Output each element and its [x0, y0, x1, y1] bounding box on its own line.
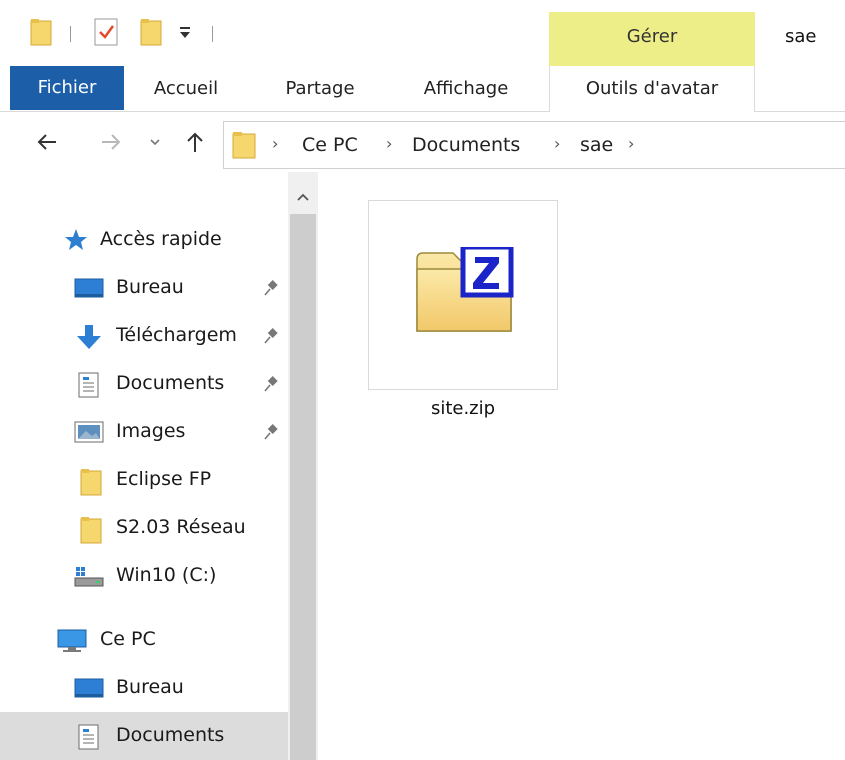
zip-archive-icon — [415, 244, 515, 341]
forward-button[interactable] — [96, 124, 126, 160]
nav-quick-access[interactable]: Accès rapide — [0, 216, 288, 264]
nav-label: S2.03 Réseau — [116, 516, 246, 538]
back-arrow-icon — [37, 134, 56, 150]
nav-label: Images — [116, 420, 186, 442]
nav-item-win10-drive[interactable]: Win10 (C:) — [0, 552, 288, 600]
folder-icon — [232, 131, 256, 163]
nav-label: Ce PC — [100, 628, 156, 650]
nav-this-pc[interactable]: Ce PC — [0, 616, 288, 664]
properties-icon[interactable] — [94, 18, 120, 50]
nav-label: Accès rapide — [100, 228, 222, 250]
tab-view[interactable]: Affichage — [406, 66, 526, 112]
separator — [212, 26, 213, 42]
title-bar: Gérer sae — [0, 0, 845, 66]
manage-context-label: Gérer — [626, 26, 678, 47]
computer-icon — [56, 628, 87, 652]
star-icon — [62, 228, 88, 252]
nav-label: Bureau — [116, 276, 184, 298]
tab-share[interactable]: Partage — [272, 66, 368, 112]
ribbon-tabs: Fichier Accueil Partage Affichage Outils… — [0, 66, 845, 112]
document-icon — [78, 372, 104, 398]
chevron-right-icon[interactable]: › — [628, 134, 634, 153]
nav-scrollbar[interactable] — [288, 172, 318, 760]
pin-icon[interactable] — [262, 423, 280, 441]
nav-label: Bureau — [116, 676, 184, 698]
nav-item-downloads[interactable]: Téléchargem — [0, 312, 288, 360]
document-icon — [78, 724, 104, 750]
folder-icon — [80, 468, 106, 496]
chevron-right-icon[interactable]: › — [272, 134, 278, 153]
back-button[interactable] — [32, 124, 62, 160]
file-list-area: site.zip — [318, 172, 845, 760]
separator — [70, 26, 71, 42]
download-icon — [74, 324, 101, 349]
tab-home[interactable]: Accueil — [140, 66, 232, 112]
nav-item-eclipse-fp[interactable]: Eclipse FP — [0, 456, 288, 504]
recent-locations-button[interactable] — [140, 124, 170, 160]
desktop-icon — [74, 276, 104, 300]
file-name-label: site.zip — [430, 398, 496, 419]
pin-icon[interactable] — [262, 279, 280, 297]
drive-icon — [74, 564, 104, 588]
folder-icon[interactable] — [30, 18, 52, 50]
scroll-thumb[interactable] — [290, 214, 316, 760]
forward-arrow-icon — [102, 134, 121, 150]
chevron-right-icon[interactable]: › — [554, 134, 560, 153]
navigation-pane: Accès rapide Bureau Téléchargem Document… — [0, 172, 318, 760]
breadcrumb-this-pc[interactable]: Ce PC — [302, 134, 358, 156]
chevron-up-icon — [297, 193, 309, 201]
desktop-icon — [74, 676, 104, 700]
chevron-down-icon — [150, 139, 160, 146]
nav-item-s203-reseau[interactable]: S2.03 Réseau — [0, 504, 288, 552]
tab-file[interactable]: Fichier — [10, 66, 124, 110]
customize-toolbar-icon[interactable] — [178, 24, 192, 46]
nav-label: Téléchargem — [116, 324, 237, 346]
breadcrumb-documents[interactable]: Documents — [412, 134, 520, 156]
nav-item-images[interactable]: Images — [0, 408, 288, 456]
tab-avatar-tools[interactable]: Outils d'avatar — [549, 66, 755, 112]
breadcrumb-sae[interactable]: sae — [580, 134, 613, 156]
window-title: sae — [785, 26, 817, 47]
nav-item-pc-documents[interactable]: Documents — [0, 712, 288, 760]
nav-item-pc-bureau[interactable]: Bureau — [0, 664, 288, 712]
pin-icon[interactable] — [262, 375, 280, 393]
nav-item-documents[interactable]: Documents — [0, 360, 288, 408]
nav-label: Win10 (C:) — [116, 564, 217, 586]
nav-label: Documents — [116, 372, 225, 394]
nav-label: Eclipse FP — [116, 468, 212, 490]
picture-icon — [74, 420, 104, 444]
chevron-right-icon[interactable]: › — [386, 134, 392, 153]
folder-icon — [80, 516, 106, 544]
file-item-site-zip[interactable] — [368, 200, 558, 390]
new-folder-icon[interactable] — [140, 18, 162, 50]
up-button[interactable] — [180, 124, 210, 160]
pin-icon[interactable] — [262, 327, 280, 345]
scroll-up-button[interactable] — [288, 182, 318, 212]
up-arrow-icon — [187, 132, 203, 152]
nav-label: Documents — [116, 724, 225, 746]
nav-item-bureau[interactable]: Bureau — [0, 264, 288, 312]
